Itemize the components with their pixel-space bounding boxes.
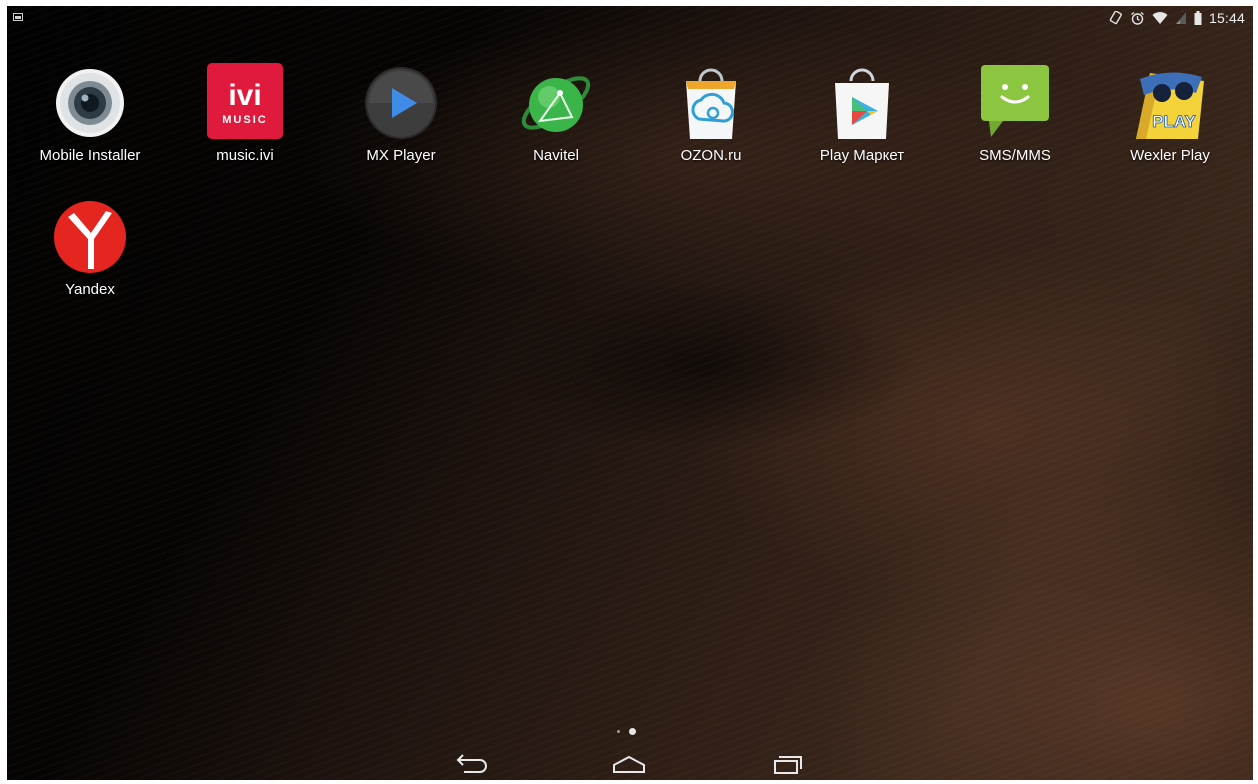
ivi-logo-text: ivi <box>228 79 261 112</box>
alarm-icon <box>1130 11 1145 26</box>
navitel-icon <box>516 63 596 143</box>
mx-player-icon <box>361 63 441 143</box>
recent-apps-icon <box>771 753 805 780</box>
wifi-icon <box>1152 11 1168 25</box>
status-bar[interactable]: 15:44 <box>7 6 1253 30</box>
app-play-market[interactable]: Play Маркет <box>792 63 932 164</box>
app-yandex[interactable]: Yandex <box>20 197 160 298</box>
app-label: Mobile Installer <box>39 147 141 164</box>
app-label: OZON.ru <box>680 147 742 164</box>
ozon-icon <box>671 63 751 143</box>
app-label: Navitel <box>533 147 579 164</box>
app-sms-mms[interactable]: SMS/MMS <box>945 63 1085 164</box>
wexler-play-text: PLAY <box>1152 112 1196 131</box>
app-label: music.ivi <box>216 147 274 164</box>
yandex-icon <box>50 197 130 277</box>
page-dot-1[interactable] <box>617 730 620 733</box>
app-label: MX Player <box>366 147 436 164</box>
app-label: Play Маркет <box>819 147 905 164</box>
ivi-music-text: MUSIC <box>222 114 267 126</box>
music-ivi-icon: ivi MUSIC <box>205 63 285 143</box>
app-label: SMS/MMS <box>979 147 1051 164</box>
app-mobile-installer[interactable]: Mobile Installer <box>20 63 160 164</box>
home-icon <box>611 754 647 779</box>
app-ozon[interactable]: OZON.ru <box>641 63 781 164</box>
recent-apps-button[interactable] <box>768 754 808 778</box>
status-icons: 15:44 <box>1109 9 1245 27</box>
app-music-ivi[interactable]: ivi MUSIC music.ivi <box>175 63 315 164</box>
home-button[interactable] <box>609 754 649 778</box>
app-mx-player[interactable]: MX Player <box>331 63 471 164</box>
app-label: Wexler Play <box>1130 147 1210 164</box>
wexler-play-icon: PLAY <box>1130 63 1210 143</box>
app-navitel[interactable]: Navitel <box>486 63 626 164</box>
signal-icon <box>1175 11 1187 25</box>
mobile-installer-icon <box>50 63 130 143</box>
status-clock: 15:44 <box>1208 10 1245 26</box>
back-button[interactable] <box>451 753 491 779</box>
app-wexler-play[interactable]: PLAY Wexler Play <box>1100 63 1240 164</box>
back-icon <box>454 753 488 779</box>
sms-mms-icon <box>975 63 1055 143</box>
page-indicator <box>617 728 636 735</box>
app-label: Yandex <box>65 281 115 298</box>
home-screen: 15:44 Mobile Installer ivi MUSIC music.i… <box>7 6 1253 780</box>
page-dot-2-active[interactable] <box>629 728 636 735</box>
screenshot-notification-icon <box>13 13 23 21</box>
battery-icon <box>1194 11 1202 25</box>
navigation-bar <box>7 746 1253 780</box>
rotation-lock-icon <box>1109 11 1123 25</box>
play-market-icon <box>822 63 902 143</box>
